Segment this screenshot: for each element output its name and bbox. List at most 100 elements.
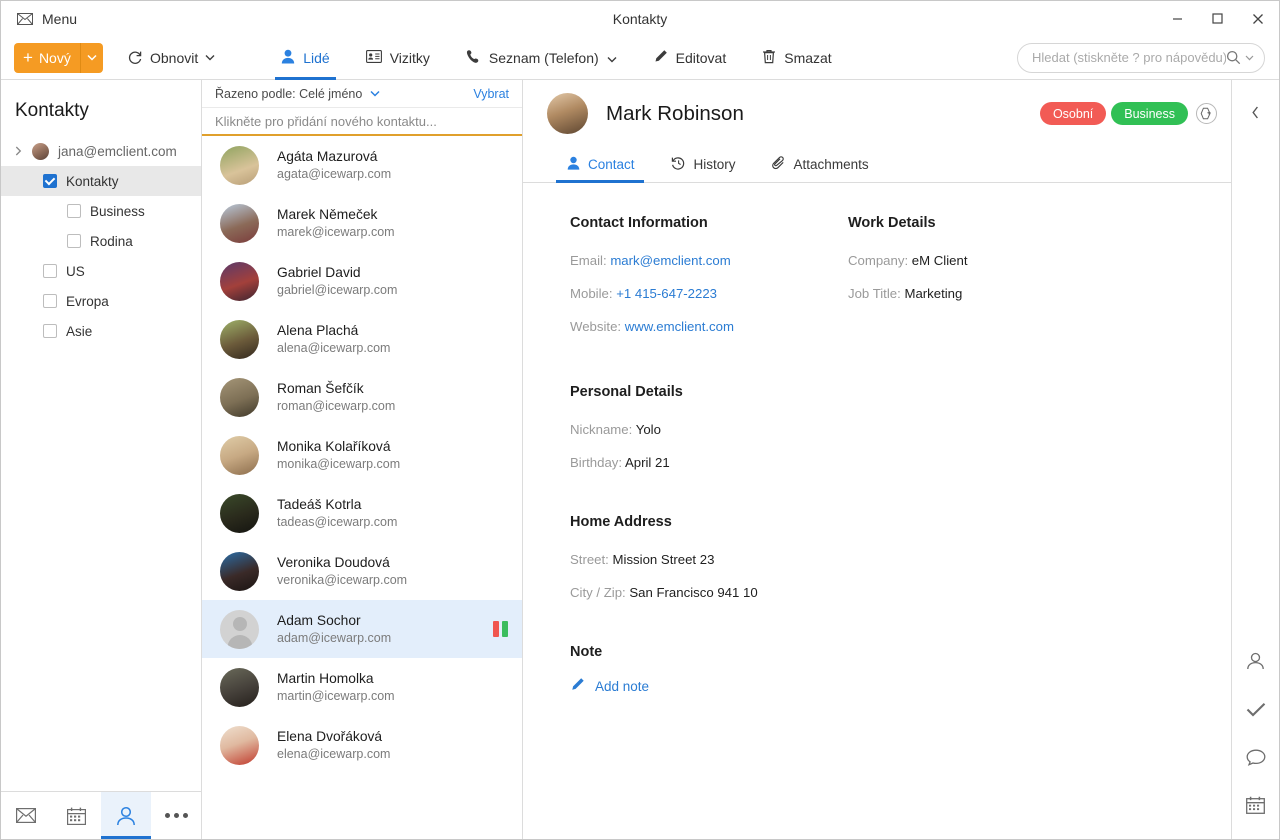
checkbox[interactable] <box>67 204 81 218</box>
contact-list-item[interactable]: Gabriel David gabriel@icewarp.com <box>202 252 522 310</box>
contact-name: Tadeáš Kotrla <box>277 496 397 513</box>
contact-list-item[interactable]: Tadeáš Kotrla tadeas@icewarp.com <box>202 484 522 542</box>
checkbox[interactable] <box>43 294 57 308</box>
search-dropdown-icon[interactable] <box>1245 55 1254 61</box>
contact-email: gabriel@icewarp.com <box>277 282 397 299</box>
contact-list-item-selected[interactable]: Adam Sochor adam@icewarp.com <box>202 600 522 658</box>
field-mobile: Mobile: +1 415-647-2223 <box>570 285 848 302</box>
nav-more-button[interactable] <box>151 792 201 839</box>
checkbox[interactable] <box>43 324 57 338</box>
contact-email: veronika@icewarp.com <box>277 572 407 589</box>
add-contact-row[interactable]: Klikněte pro přidání nového kontaktu... <box>202 108 522 136</box>
rail-chat-button[interactable] <box>1232 733 1279 781</box>
work-details-section: Work Details Company: eM Client Job Titl… <box>848 215 967 351</box>
contact-list-item[interactable]: Roman Šefčík roman@icewarp.com <box>202 368 522 426</box>
contact-email: marek@icewarp.com <box>277 224 395 241</box>
contact-list-item[interactable]: Elena Dvořáková elena@icewarp.com <box>202 716 522 774</box>
rail-tasks-button[interactable] <box>1232 685 1279 733</box>
person-icon <box>567 156 580 173</box>
checkbox[interactable] <box>43 264 57 278</box>
search-input[interactable] <box>1032 50 1226 65</box>
nav-contacts-button[interactable] <box>101 792 151 839</box>
new-button[interactable]: + Nový <box>14 43 80 73</box>
search-box[interactable] <box>1017 43 1265 73</box>
contact-text: Tadeáš Kotrla tadeas@icewarp.com <box>277 496 397 531</box>
rail-contacts-button[interactable] <box>1232 637 1279 685</box>
checkbox[interactable] <box>43 174 57 188</box>
field-key: Street: <box>570 552 609 567</box>
field-value[interactable]: +1 415-647-2223 <box>616 286 717 301</box>
detail-tab-label: Attachments <box>794 157 869 172</box>
new-button-dropdown[interactable] <box>80 43 103 73</box>
field-birthday: Birthday: April 21 <box>570 454 848 471</box>
toolbar-tab-label: Seznam (Telefon) <box>489 50 599 66</box>
detail-tab-attachments[interactable]: Attachments <box>754 147 887 182</box>
detail-tab-history[interactable]: History <box>653 147 754 182</box>
search-icon[interactable] <box>1226 50 1241 65</box>
tag-osobni[interactable]: Osobní <box>1040 102 1106 125</box>
sidebar-title: Kontakty <box>1 80 201 136</box>
contact-email: martin@icewarp.com <box>277 688 395 705</box>
sort-dropdown-icon[interactable] <box>370 90 380 97</box>
contact-name: Martin Homolka <box>277 670 395 687</box>
contact-list-item[interactable]: Martin Homolka martin@icewarp.com <box>202 658 522 716</box>
avatar-placeholder <box>220 610 259 649</box>
sidebar-item-label: Rodina <box>90 234 133 249</box>
nav-calendar-button[interactable] <box>51 792 101 839</box>
contact-list-item[interactable]: Marek Němeček marek@icewarp.com <box>202 194 522 252</box>
menu-button[interactable]: Menu <box>1 1 91 36</box>
sidebar-item-rodina[interactable]: Rodina <box>1 226 201 256</box>
sidebar-item-asie[interactable]: Asie <box>1 316 201 346</box>
toolbar-tab-editovat[interactable]: Editovat <box>635 36 745 80</box>
contact-text: Veronika Doudová veronika@icewarp.com <box>277 554 407 589</box>
field-street: Street: Mission Street 23 <box>570 551 848 568</box>
add-note-button[interactable]: Add note <box>570 677 649 695</box>
maximize-button[interactable] <box>1197 1 1237 36</box>
close-button[interactable] <box>1237 1 1279 36</box>
menu-label: Menu <box>42 11 77 27</box>
envelope-icon <box>17 13 33 25</box>
field-key: Nickname: <box>570 422 632 437</box>
contact-text: Adam Sochor adam@icewarp.com <box>277 612 391 647</box>
sidebar-item-kontakty[interactable]: Kontakty <box>1 166 201 196</box>
new-contact-group: + Nový <box>14 43 103 73</box>
contact-list-item[interactable]: Agáta Mazurová agata@icewarp.com <box>202 136 522 194</box>
contact-list-item[interactable]: Alena Plachá alena@icewarp.com <box>202 310 522 368</box>
sidebar-item-label: Business <box>90 204 145 219</box>
checkbox[interactable] <box>67 234 81 248</box>
detail-tab-contact[interactable]: Contact <box>547 147 653 182</box>
nav-mail-button[interactable] <box>1 792 51 839</box>
sidebar-item-account[interactable]: jana@emclient.com <box>1 136 201 166</box>
toolbar-tab-seznam-telefon[interactable]: Seznam (Telefon) <box>448 36 635 80</box>
avatar <box>220 668 259 707</box>
minimize-button[interactable] <box>1157 1 1197 36</box>
field-key: Birthday: <box>570 455 622 470</box>
toolbar-tab-label: Smazat <box>784 50 831 66</box>
detail-tags: Osobní Business <box>1040 102 1217 125</box>
refresh-button[interactable]: Obnovit <box>117 36 225 80</box>
contact-detail-pane: Mark Robinson Osobní Business Contact <box>523 80 1232 839</box>
contact-list-item[interactable]: Monika Kolaříková monika@icewarp.com <box>202 426 522 484</box>
avatar <box>220 378 259 417</box>
sidebar-item-business[interactable]: Business <box>1 196 201 226</box>
tag-plus-icon[interactable] <box>1196 103 1217 124</box>
toolbar-tab-vizitky[interactable]: Vizitky <box>348 36 448 80</box>
collapse-panel-button[interactable] <box>1232 92 1279 132</box>
field-value[interactable]: www.emclient.com <box>625 319 734 334</box>
sidebar-item-us[interactable]: US <box>1 256 201 286</box>
contact-name: Marek Němeček <box>277 206 395 223</box>
sidebar-item-label: Asie <box>66 324 92 339</box>
tag-business[interactable]: Business <box>1111 102 1188 125</box>
field-value[interactable]: mark@emclient.com <box>610 253 730 268</box>
contact-list-item[interactable]: Veronika Doudová veronika@icewarp.com <box>202 542 522 600</box>
sidebar-item-evropa[interactable]: Evropa <box>1 286 201 316</box>
contact-text: Agáta Mazurová agata@icewarp.com <box>277 148 391 183</box>
chevron-right-icon[interactable] <box>11 146 25 156</box>
rail-calendar-button[interactable] <box>1232 781 1279 829</box>
main-body: Kontakty jana@emclient.com Kontakty Busi… <box>1 80 1279 839</box>
sort-label[interactable]: Řazeno podle: Celé jméno <box>215 87 362 101</box>
select-button[interactable]: Vybrat <box>473 87 509 101</box>
toolbar-tab-lide[interactable]: Lidé <box>263 36 347 80</box>
home-address-section: Home Address Street: Mission Street 23 C… <box>523 514 1231 617</box>
toolbar-tab-smazat[interactable]: Smazat <box>744 36 849 80</box>
